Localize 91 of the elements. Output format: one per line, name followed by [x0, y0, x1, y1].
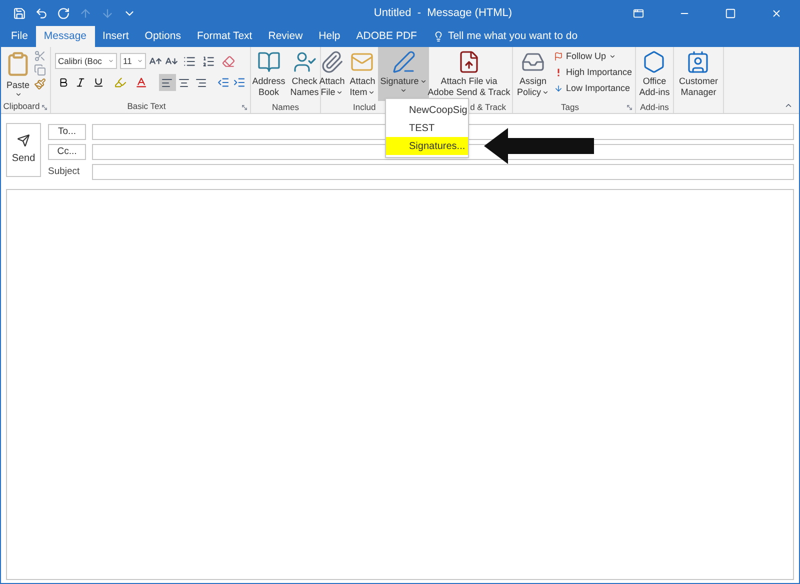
caret-icon [336, 89, 344, 96]
cut-icon[interactable] [34, 50, 46, 62]
window-control-icon [632, 8, 644, 18]
group-label: Basic Text [126, 100, 167, 113]
caret-icon [137, 58, 143, 64]
align-icon [195, 76, 208, 88]
left-arrow-icon [484, 128, 594, 164]
font-name-value: Calibri (Boc [58, 54, 102, 68]
menu-item[interactable]: Signatures... [386, 137, 468, 155]
subject-label: Subject [48, 164, 81, 179]
caret-icon [542, 89, 550, 96]
redo-icon[interactable] [57, 6, 70, 20]
font-name-field[interactable]: Calibri (Boc [55, 53, 117, 69]
book-icon [256, 50, 281, 74]
underline-icon [92, 77, 104, 88]
tag-button[interactable]: High Importance [554, 66, 632, 79]
file-upload-icon [457, 50, 481, 74]
group-label: Includ [353, 101, 376, 114]
envelope-icon [350, 50, 374, 74]
exclamation-icon [557, 68, 560, 77]
save-icon[interactable] [13, 6, 26, 20]
pen-icon [392, 50, 416, 74]
send-button[interactable]: Send [6, 123, 41, 177]
ribbon-button[interactable]: Office Add-ins [637, 47, 672, 101]
caret-icon [400, 87, 408, 94]
paperclip-icon [320, 50, 344, 74]
bullets-icon[interactable] [183, 54, 196, 68]
ribbon-button[interactable]: Attach File [317, 47, 347, 101]
collapse-ribbon-icon[interactable] [784, 101, 793, 110]
highlighter-icon[interactable] [114, 76, 126, 89]
ribbon-button[interactable]: Assign Policy [515, 47, 552, 101]
launcher-icon[interactable] [626, 104, 633, 111]
ribbon-tab[interactable]: Insert [94, 26, 137, 47]
caret-icon [420, 78, 427, 86]
flag-icon [554, 52, 564, 61]
menu-item[interactable]: NewCoopSig [386, 101, 468, 119]
font-size-field[interactable]: 11 [120, 53, 146, 69]
group-label: Tags [560, 101, 580, 114]
ribbon-tab[interactable]: Message [36, 26, 95, 47]
paste-button[interactable]: Paste [5, 50, 31, 98]
subject-field[interactable] [92, 164, 794, 180]
align-left-button[interactable] [158, 74, 176, 91]
tell-me-field[interactable]: Tell me what you want to do [448, 28, 578, 44]
ribbon-button[interactable]: Attach Item [348, 47, 378, 101]
hexagon-icon [642, 50, 666, 74]
caret-icon [609, 53, 616, 60]
font-size-value: 11 [123, 54, 132, 68]
cabinet-icon [521, 50, 545, 74]
copy-icon[interactable] [34, 64, 46, 76]
increase-indent-icon[interactable] [233, 76, 246, 89]
group-label: Add-ins [639, 101, 670, 114]
ribbon-button[interactable]: Customer Manager [676, 47, 720, 101]
ribbon-tab[interactable]: Help [310, 26, 348, 47]
align-icon [178, 76, 190, 88]
menu-item[interactable]: TEST [386, 119, 468, 137]
launcher-icon[interactable] [241, 104, 248, 111]
decrease-indent-icon[interactable] [216, 76, 230, 89]
font-color-icon[interactable] [135, 76, 148, 89]
ribbon-tab[interactable]: Review [260, 26, 311, 47]
caret-icon [14, 91, 22, 98]
window-control-icon [770, 8, 782, 18]
ribbon-tab[interactable]: File [3, 26, 36, 47]
launcher-icon[interactable] [41, 104, 48, 111]
group-label: Clipboard [3, 100, 40, 113]
align-icon [161, 76, 174, 88]
recipient-button[interactable]: To... [48, 124, 86, 140]
window-title: Untitled - Message (HTML) [372, 6, 514, 21]
ribbon-tab[interactable]: ADOBE PDF [348, 26, 425, 47]
caret-icon [368, 89, 376, 96]
ribbon-button[interactable]: Signature [378, 47, 429, 101]
eraser-icon[interactable] [222, 54, 235, 68]
ribbon-button[interactable]: Address Book [250, 47, 288, 101]
ribbon-tab[interactable]: Format Text [188, 26, 260, 47]
italic-icon [75, 77, 86, 88]
undo-icon[interactable] [35, 6, 48, 20]
lightbulb-icon [432, 31, 444, 42]
bold-icon [58, 77, 69, 88]
contact-card-icon [686, 50, 710, 74]
caret-icon [108, 58, 114, 64]
user-check-icon [292, 50, 317, 74]
tag-button[interactable]: Follow Up [554, 50, 632, 63]
window-control-icon [724, 8, 736, 18]
numbering-icon[interactable] [202, 54, 215, 68]
format-painter-icon[interactable] [34, 78, 46, 90]
group-label: d & Track [470, 101, 506, 114]
group-label: Names [271, 101, 300, 114]
ribbon-tab[interactable]: Options [136, 26, 189, 47]
recipient-button[interactable]: Cc... [48, 144, 86, 160]
send-icon [17, 134, 30, 147]
down-arrow-icon [554, 84, 564, 93]
tag-button[interactable]: Low Importance [554, 82, 632, 95]
